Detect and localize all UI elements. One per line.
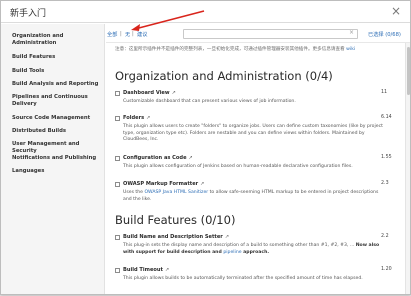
sidebar-item-source-code-management[interactable]: Source Code Management xyxy=(12,115,104,122)
plugin-row: Folders ↗ 6.14 This plugin allows users t… xyxy=(115,115,392,147)
plugin-description: This plugin allows users to create "fold… xyxy=(123,124,383,143)
plugin-description: This plugin allows builds to be automati… xyxy=(123,276,363,281)
select-suggested-link[interactable]: 建议 xyxy=(137,31,147,38)
external-link-icon[interactable]: ↗ xyxy=(165,267,169,273)
select-all-link[interactable]: 全部 xyxy=(107,31,117,38)
selection-toolbar: 全部 | 无 | 建议 × 已选择 (0/68) xyxy=(106,24,410,43)
external-link-icon[interactable]: ↗ xyxy=(146,115,150,121)
select-none-link[interactable]: 无 xyxy=(125,31,130,38)
dialog-title: 新手入门 xyxy=(10,9,47,19)
plugin-version: 2.3 xyxy=(381,181,389,186)
info-note-text: 注意：这里所示插件并不是插件的完整列表，一旦初始化完成，可通过插件管理器安装其他… xyxy=(115,47,345,52)
category-sidebar: Organization and Administration Build Fe… xyxy=(1,24,105,294)
category-heading: Organization and Administration (0/4) xyxy=(115,69,333,83)
plugin-name[interactable]: Build Timeout ↗ xyxy=(123,267,169,273)
plugin-description: This plug-in sets the display name and d… xyxy=(123,243,380,255)
plugin-version: 1.20 xyxy=(381,267,392,272)
sidebar-item-distributed-builds[interactable]: Distributed Builds xyxy=(12,128,104,135)
plugin-description: This plugin allows configuration of Jenk… xyxy=(123,164,353,169)
sidebar-item-organization-and-administration[interactable]: Organization and Administration xyxy=(12,33,104,47)
plugin-version: 2.2 xyxy=(381,234,389,239)
dialog-titlebar: 新手入门 × xyxy=(1,1,410,23)
plugin-checkbox[interactable] xyxy=(115,235,120,240)
scrollbar-thumb[interactable] xyxy=(407,47,410,95)
plugin-version: 1.55 xyxy=(381,155,392,160)
category-heading: Build Features (0/10) xyxy=(115,213,236,227)
sidebar-item-pipelines-and-continuous-delivery[interactable]: Pipelines and Continuous Delivery xyxy=(12,94,104,108)
separator: | xyxy=(120,31,122,37)
plugin-name[interactable]: Build Name and Description Setter ↗ xyxy=(123,234,229,240)
plugin-name[interactable]: Folders ↗ xyxy=(123,115,150,121)
plugin-name[interactable]: OWASP Markup Formatter ↗ xyxy=(123,181,204,187)
plugin-name[interactable]: Dashboard View ↗ xyxy=(123,90,176,96)
clear-search-icon[interactable]: × xyxy=(349,29,354,36)
plugin-row: Build Timeout ↗ 1.20 This plugin allows b… xyxy=(115,267,392,285)
sidebar-item-user-management-and-security[interactable]: User Management and Security xyxy=(12,141,104,155)
close-icon[interactable]: × xyxy=(391,4,401,18)
plugin-description: Uses the OWASP Java HTML Sanitizer to al… xyxy=(123,190,379,202)
sidebar-item-build-analysis-and-reporting[interactable]: Build Analysis and Reporting xyxy=(12,81,104,88)
sidebar-item-build-features[interactable]: Build Features xyxy=(12,54,104,61)
plugin-checkbox[interactable] xyxy=(115,182,120,187)
plugin-version: 6.14 xyxy=(381,115,392,120)
plugin-checkbox[interactable] xyxy=(115,268,120,273)
sidebar-item-languages[interactable]: Languages xyxy=(12,168,104,175)
plugin-row: Configuration as Code ↗ 1.55 This plugin … xyxy=(115,155,392,173)
separator: | xyxy=(132,31,134,37)
info-note: 注意：这里所示插件并不是插件的完整列表，一旦初始化完成，可通过插件管理器安装其他… xyxy=(115,46,390,53)
plugin-row: Dashboard View ↗ 11 Customizable dashboar… xyxy=(115,90,387,108)
external-link-icon[interactable]: ↗ xyxy=(200,181,204,187)
plugin-checkbox[interactable] xyxy=(115,91,120,96)
external-link-icon[interactable]: ↗ xyxy=(189,155,193,161)
external-link-icon[interactable]: ↗ xyxy=(225,234,229,240)
plugin-checkbox[interactable] xyxy=(115,156,120,161)
plugin-version: 11 xyxy=(381,90,388,95)
sidebar-item-notifications-and-publishing[interactable]: Notifications and Publishing xyxy=(12,155,104,162)
plugin-list-panel: 全部 | 无 | 建议 × 已选择 (0/68) 注意：这里所示插件并不是插件的… xyxy=(106,24,410,294)
plugin-search-input[interactable]: × xyxy=(183,29,358,39)
sidebar-item-build-tools[interactable]: Build Tools xyxy=(12,68,104,75)
external-link-icon[interactable]: ↗ xyxy=(172,90,176,96)
plugin-name[interactable]: Configuration as Code ↗ xyxy=(123,155,193,161)
plugin-row: OWASP Markup Formatter ↗ 2.3 Uses the OWA… xyxy=(115,181,389,205)
wiki-link[interactable]: wiki xyxy=(346,47,355,52)
selected-count-link[interactable]: 已选择 (0/68) xyxy=(368,31,401,38)
pipeline-link[interactable]: pipeline xyxy=(223,250,241,255)
plugin-row: Build Name and Description Setter ↗ 2.2 T… xyxy=(115,234,389,258)
owasp-sanitizer-link[interactable]: OWASP Java HTML Sanitizer xyxy=(144,190,208,195)
vertical-scrollbar[interactable] xyxy=(405,43,410,294)
getting-started-dialog: 新手入门 × Organization and Administration B… xyxy=(0,0,411,295)
plugin-description: Customizable dashboard that can present … xyxy=(123,99,296,104)
plugin-checkbox[interactable] xyxy=(115,116,120,121)
